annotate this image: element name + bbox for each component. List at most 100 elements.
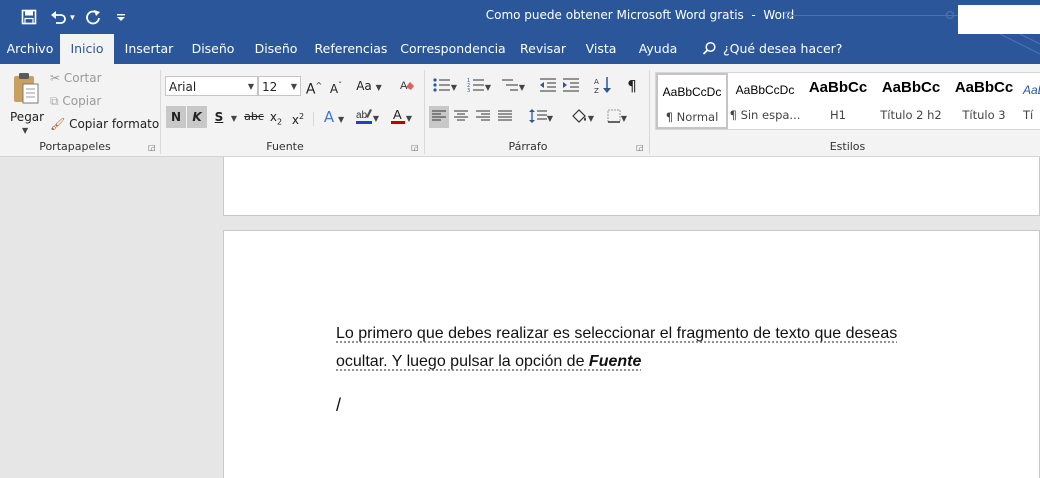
style-preview: AaBl [1021, 83, 1040, 97]
justify-button[interactable] [495, 106, 515, 128]
tab-inicio[interactable]: Inicio [60, 34, 114, 64]
line-spacing-button[interactable]: ▼ [526, 106, 556, 128]
divider [424, 70, 425, 154]
style-name: Título 2 h2 [875, 108, 947, 122]
title-decoration [788, 15, 958, 16]
dialog-launcher-icon[interactable]: ◲ [148, 143, 156, 152]
style-sin-espaciado[interactable]: AaBbCcDc ¶ Sin espa... [729, 73, 801, 129]
account-area[interactable] [958, 5, 1040, 35]
chevron-down-icon[interactable]: ▼ [229, 106, 239, 128]
dialog-launcher-icon[interactable]: ◲ [636, 143, 644, 152]
style-normal[interactable]: AaBbCcDc ¶ Normal [656, 73, 728, 129]
chevron-down-icon: ▼ [621, 114, 627, 123]
style-name: Tí [1021, 108, 1040, 122]
multilevel-list-button[interactable]: ▼ [498, 75, 528, 97]
bullets-button[interactable]: ▼ [430, 75, 460, 97]
style-titulo-3[interactable]: AaBbCc Título 3 [948, 73, 1020, 129]
page-previous[interactable] [223, 157, 1040, 216]
italic-button[interactable]: K [187, 106, 207, 128]
cut-button[interactable]: ✂ Cortar [50, 71, 102, 85]
align-right-button[interactable] [473, 106, 493, 128]
font-size-value: 12 [262, 80, 277, 94]
chevron-down-icon: ▼ [22, 126, 28, 135]
numbering-button[interactable]: 1 2 3 ▼ [464, 75, 494, 97]
increase-indent-button[interactable] [560, 75, 582, 97]
tab-referencias[interactable]: Referencias [312, 34, 390, 64]
align-left-button[interactable] [429, 106, 449, 128]
search-icon [702, 41, 717, 56]
underline-button[interactable]: S [211, 106, 227, 128]
clear-formatting-button[interactable]: A [396, 75, 418, 97]
cut-label: Cortar [64, 71, 102, 85]
style-preview: AaBbCcDc [729, 83, 801, 97]
sort-icon: AZ [594, 76, 612, 94]
style-preview: AaBbCcDc [658, 85, 726, 99]
show-marks-button[interactable]: ¶ [621, 75, 643, 97]
tab-revisar[interactable]: Revisar [516, 34, 570, 64]
save-icon[interactable] [18, 6, 40, 28]
tab-ayuda[interactable]: Ayuda [632, 34, 684, 64]
numbered-list-icon: 123 [467, 78, 485, 92]
paragraph-line-2-text: ocultar. Y luego pulsar la opción de [336, 353, 589, 370]
title-decoration-dot [780, 9, 796, 21]
tab-correspondencia[interactable]: Correspondencia [400, 34, 506, 64]
subscript-button[interactable]: x2 [267, 106, 285, 128]
font-family-select[interactable]: Arial ▼ [165, 76, 258, 96]
emphasized-word: Fuente [589, 353, 641, 370]
group-label-parrafo: Párrafo [428, 140, 628, 153]
title-decoration-dot [942, 9, 958, 21]
document-canvas[interactable]: Lo primero que debes realizar es selecci… [0, 157, 1040, 478]
paste-icon [12, 72, 40, 104]
page-current[interactable]: Lo primero que debes realizar es selecci… [223, 230, 1040, 478]
svg-text:A: A [594, 78, 599, 86]
clear-formatting-icon: A [399, 77, 415, 93]
align-center-button[interactable] [451, 106, 471, 128]
format-painter-label: Copiar formato [69, 117, 159, 131]
tab-archivo[interactable]: Archivo [0, 34, 60, 64]
tell-me-text: ¿Qué desea hacer? [723, 41, 842, 56]
increase-indent-icon [562, 78, 580, 92]
font-color-button[interactable]: A ▼ [386, 106, 416, 128]
shading-button[interactable]: ▼ [567, 106, 597, 128]
chevron-down-icon: ▼ [248, 77, 254, 97]
highlight-button[interactable]: ab ▼ [352, 106, 382, 128]
divider [649, 70, 650, 154]
shrink-font-button[interactable]: Aˇ [327, 75, 345, 97]
font-color-icon: A [390, 107, 406, 125]
document-paragraph[interactable]: Lo primero que debes realizar es selecci… [336, 320, 936, 376]
format-painter-icon: 🖌 [50, 117, 65, 131]
tab-diseno-pagina[interactable]: Diseño [249, 34, 303, 64]
style-preview: AaBbCc [875, 79, 947, 96]
grow-font-icon: A [306, 82, 316, 98]
format-painter-button[interactable]: 🖌 Copiar formato [50, 117, 159, 131]
change-case-button[interactable]: Aa ▼ [354, 75, 384, 97]
borders-button[interactable]: ▼ [602, 106, 632, 128]
redo-icon[interactable] [84, 6, 102, 28]
text-effects-button[interactable]: A ▼ [320, 106, 348, 128]
undo-icon[interactable]: ▼ [48, 6, 78, 28]
tell-me-box[interactable]: ¿Qué desea hacer? [702, 34, 842, 64]
customize-qat-icon[interactable] [114, 6, 128, 28]
chevron-down-icon: ▼ [338, 115, 344, 124]
chevron-down-icon: ▼ [451, 83, 457, 92]
tab-vista[interactable]: Vista [580, 34, 622, 64]
font-family-value: Arial [169, 80, 196, 94]
tab-insertar[interactable]: Insertar [120, 34, 178, 64]
dialog-launcher-icon[interactable]: ◲ [411, 143, 419, 152]
decrease-indent-button[interactable] [537, 75, 559, 97]
paste-button[interactable]: Pegar ▼ [8, 68, 44, 134]
style-titulo[interactable]: AaBl Tí [1021, 73, 1040, 129]
style-titulo-2-h2[interactable]: AaBbCc Título 2 h2 [875, 73, 947, 129]
strikethrough-button[interactable]: abc [243, 106, 265, 128]
chevron-down-icon: ▼ [588, 114, 594, 123]
bold-button[interactable]: N [166, 106, 186, 128]
font-size-select[interactable]: 12 ▼ [258, 76, 301, 96]
styles-gallery: AaBbCcDc ¶ Normal AaBbCcDc ¶ Sin espa...… [655, 72, 1040, 130]
sort-button[interactable]: AZ [592, 75, 614, 97]
style-h1[interactable]: AaBbCc H1 [802, 73, 874, 129]
tab-diseno[interactable]: Diseño [186, 34, 240, 64]
superscript-button[interactable]: x2 [289, 106, 307, 128]
chevron-down-icon: ▼ [376, 83, 382, 92]
copy-button[interactable]: ⧉ Copiar [50, 94, 101, 109]
grow-font-button[interactable]: A^ [305, 75, 323, 97]
